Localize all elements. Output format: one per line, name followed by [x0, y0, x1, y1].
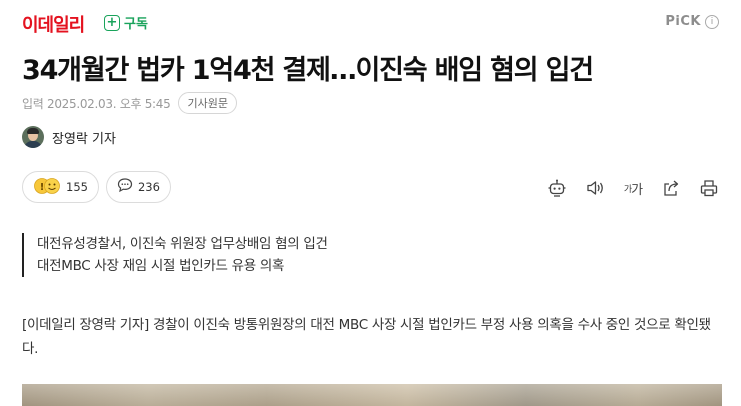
plus-icon: + [104, 14, 120, 31]
press-header: 이데일리 + 구독 PiCK i [0, 0, 741, 46]
share-icon[interactable] [659, 176, 683, 200]
info-icon[interactable]: i [705, 14, 719, 29]
article-summary: 대전유성경찰서, 이진숙 위원장 업무상배임 혐의 입건 대전MBC 사장 재임… [22, 233, 328, 277]
reaction-bar: ! 155 236 [22, 171, 171, 203]
author-name[interactable]: 장영락 기자 [52, 128, 116, 147]
comment-button[interactable]: 236 [105, 171, 171, 203]
print-icon[interactable] [697, 176, 721, 200]
font-size-icon[interactable]: 가가 [621, 176, 645, 200]
reaction-emoji-icon: ! [33, 177, 61, 198]
article-body: [이데일리 장영락 기자] 경찰이 이진숙 방통위원장의 대전 MBC 사장 시… [22, 317, 711, 357]
comment-icon [117, 177, 133, 197]
font-large-label: 가 [631, 182, 643, 198]
article-toolbar: 가가 [545, 176, 721, 200]
article-title: 34개월간 법카 1억4천 결제…이진숙 배임 혐의 입건 [22, 55, 594, 86]
comment-count: 236 [137, 180, 160, 194]
subscribe-label: 구독 [124, 17, 148, 32]
speaker-icon[interactable] [583, 176, 607, 200]
article-photo [22, 384, 722, 406]
published-date: 입력 2025.02.03. 오후 5:45 [22, 96, 171, 111]
summary-line: 대전MBC 사장 재임 시절 법인카드 유용 의혹 [37, 258, 285, 274]
reaction-button[interactable]: ! 155 [22, 171, 99, 203]
author-info[interactable]: 장영락 기자 [22, 126, 116, 148]
reaction-count: 155 [66, 180, 88, 194]
svg-text:!: ! [40, 182, 45, 193]
font-small-label: 가 [623, 184, 632, 195]
pick-label: PiCK [665, 14, 701, 29]
summary-bot-icon[interactable] [545, 176, 569, 200]
summary-line: 대전유성경찰서, 이진숙 위원장 업무상배임 혐의 입건 [37, 236, 328, 252]
avatar [22, 126, 44, 148]
article-meta: 입력 2025.02.03. 오후 5:45 기사원문 [22, 92, 237, 114]
original-article-button[interactable]: 기사원문 [178, 92, 237, 114]
pick-badge[interactable]: PiCK i [665, 14, 719, 29]
press-logo[interactable]: 이데일리 [22, 11, 85, 37]
subscribe-button[interactable]: + 구독 [104, 13, 148, 32]
